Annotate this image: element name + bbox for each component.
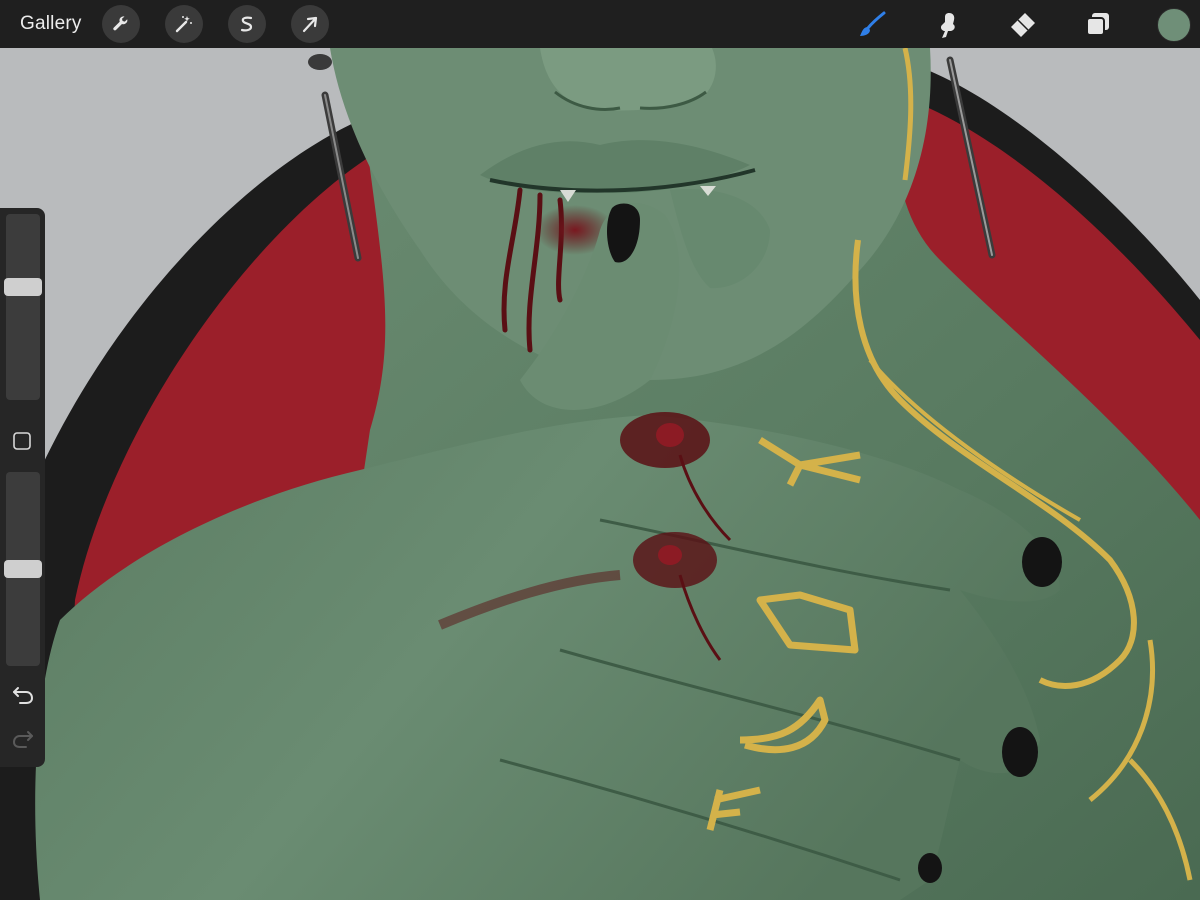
layers-button[interactable] [1083,10,1113,40]
color-picker-button[interactable] [1157,8,1191,42]
selection-button[interactable] [227,5,266,43]
adjustments-button[interactable] [164,5,203,43]
modify-button[interactable] [12,431,32,451]
artwork [0,0,1200,900]
eraser-icon [1011,13,1035,37]
wrench-icon [112,16,127,31]
nail-1 [1022,537,1062,587]
brush-size-knob[interactable] [4,278,42,296]
smudge-button[interactable] [932,10,962,40]
eraser-button[interactable] [1007,10,1037,40]
redo-arrow-icon [12,731,33,748]
layers-icon [1086,13,1109,36]
transform-button[interactable] [290,5,329,43]
square-icon [13,432,31,450]
selection-s-icon [240,16,252,32]
brush-opacity-knob[interactable] [4,560,42,578]
actions-button[interactable] [101,5,140,43]
smudge-finger-icon [940,13,955,38]
gallery-button[interactable]: Gallery [20,13,82,35]
top-toolbar: Gallery [0,0,1200,48]
nail-2 [1002,727,1038,777]
arrow-cursor-icon [302,16,317,33]
drawing-canvas[interactable] [0,0,1200,900]
magic-wand-icon [175,16,192,33]
brush-size-slider[interactable] [4,214,42,400]
brush-icon [860,11,886,36]
undo-button[interactable] [11,684,35,706]
undo-arrow-icon [13,687,34,704]
left-sidebar [0,208,45,767]
redo-button[interactable] [11,728,35,750]
brush-opacity-slider[interactable] [4,472,42,666]
nail-3 [918,853,942,883]
brush-button[interactable] [857,10,887,40]
